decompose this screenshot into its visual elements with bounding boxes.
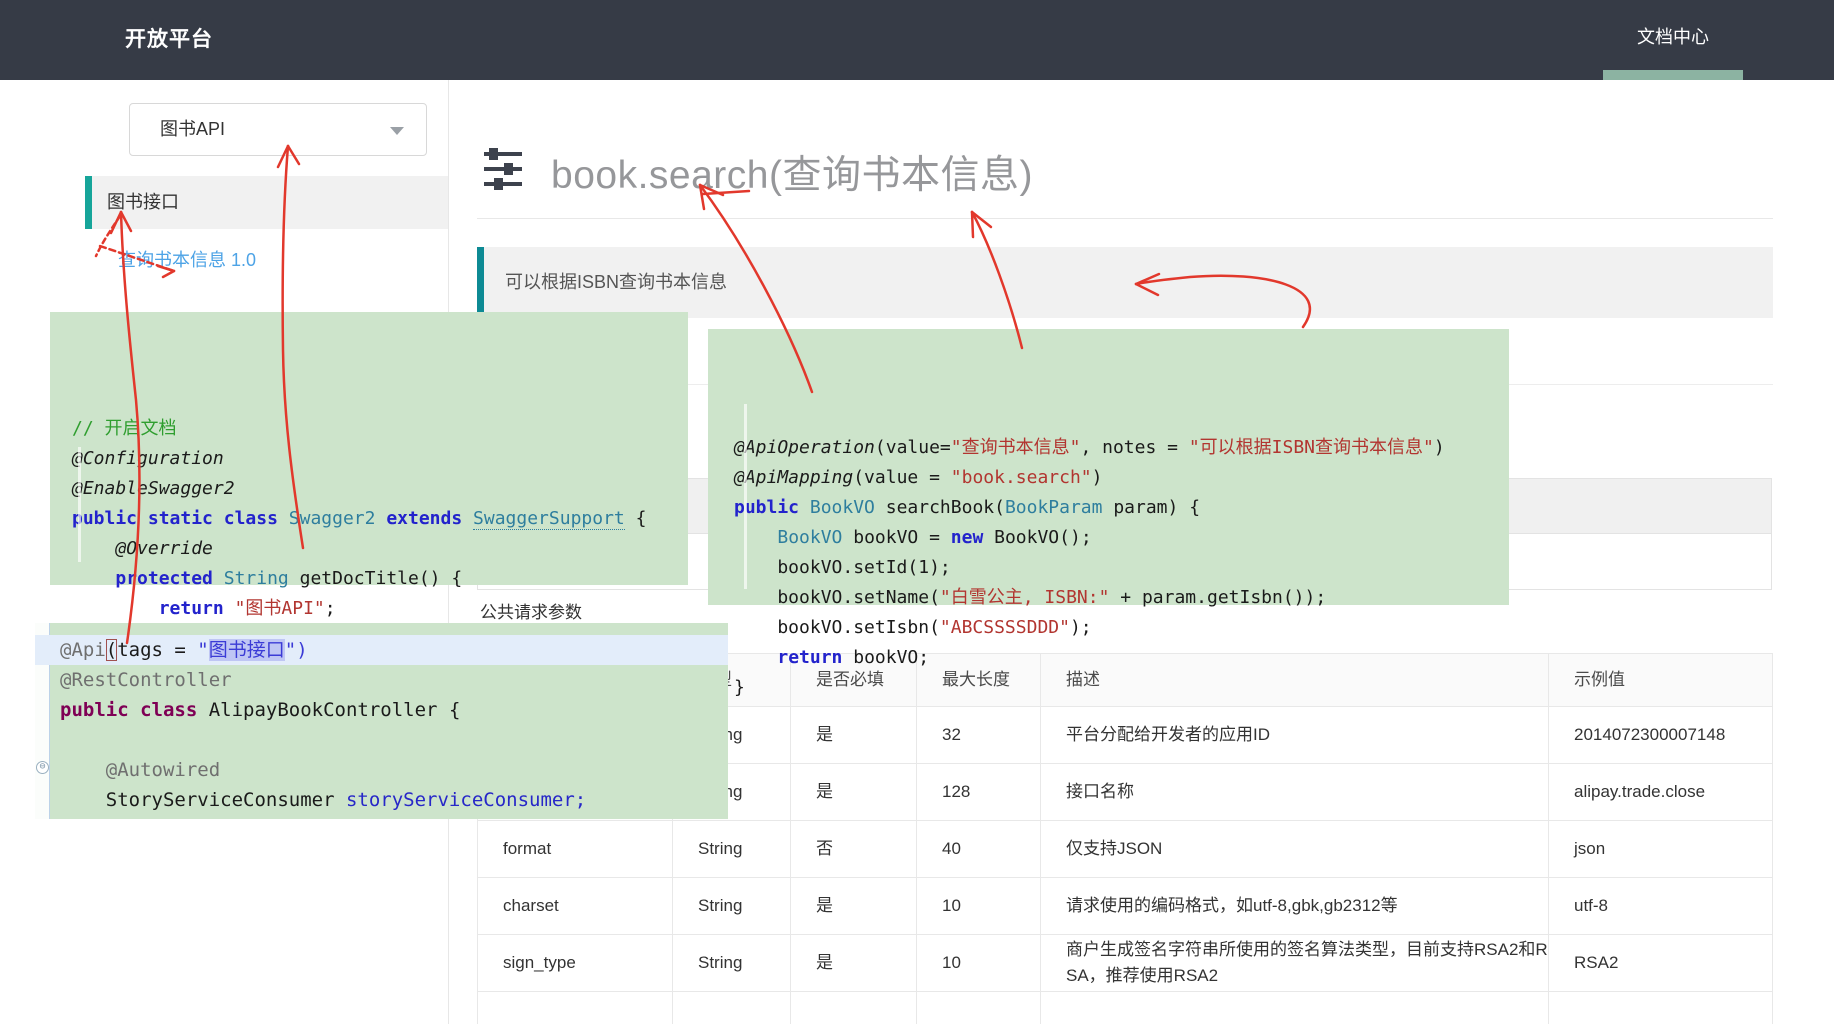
title-divider <box>477 218 1773 219</box>
code-line: @Autowired <box>60 755 728 785</box>
code-line <box>60 725 728 755</box>
table-row: charsetString是10请求使用的编码格式，如utf-8,gbk,gb2… <box>478 878 1773 935</box>
table-cell: String <box>673 878 791 935</box>
code-line: // 开启文档 <box>72 414 688 444</box>
table-cell <box>478 992 673 1024</box>
table-row <box>478 992 1773 1024</box>
table-cell <box>673 992 791 1024</box>
code-line: bookVO.setId(1); <box>734 553 1509 583</box>
banner-accent-bar <box>477 247 484 318</box>
code-line: @Configuration <box>72 444 688 474</box>
sidebar-item-label: 图书接口 <box>107 176 179 229</box>
code-line: @Api(tags = "图书接口") <box>35 635 728 665</box>
code-line: public BookVO searchBook(BookParam param… <box>734 493 1509 523</box>
table-header-cell: 示例值 <box>1549 654 1773 707</box>
table-cell: 仅支持JSON <box>1041 821 1549 878</box>
table-cell: 接口名称 <box>1041 764 1549 821</box>
code-fold-icon[interactable]: ⊖ <box>36 761 49 774</box>
table-cell: 是 <box>791 707 917 764</box>
table-cell: 平台分配给开发者的应用ID <box>1041 707 1549 764</box>
code-snippet-api-operation: @ApiOperation(value="查询书本信息", notes = "可… <box>708 329 1509 605</box>
table-cell: charset <box>478 878 673 935</box>
code-line: @Override <box>72 534 688 564</box>
table-cell: String <box>673 935 791 992</box>
page: 开放平台 文档中心 图书API 图书接口 查询书本信息 1.0 <box>0 0 1834 1024</box>
code-line: @EnableSwagger2 <box>72 474 688 504</box>
table-cell: 商户生成签名字符串所使用的签名算法类型，目前支持RSA2和RSA，推荐使用RSA… <box>1041 935 1549 992</box>
code-line: return bookVO; <box>734 643 1509 673</box>
code-line: @ApiOperation(value="查询书本信息", notes = "可… <box>734 433 1509 463</box>
table-cell: 10 <box>917 878 1041 935</box>
indent-guide <box>744 404 747 589</box>
code-line: public class AlipayBookController { <box>60 695 728 725</box>
brand-title: 开放平台 <box>125 0 213 80</box>
indent-guide <box>78 447 81 562</box>
code-snippet-controller: ⊖ @Api(tags = "图书接口")@RestControllerpubl… <box>35 623 728 819</box>
code-line: StoryServiceConsumer storyServiceConsume… <box>60 785 728 815</box>
code-line: protected String getDocTitle() { <box>72 564 688 594</box>
active-item-accent-bar <box>85 176 92 229</box>
code-line: public static class Swagger2 extends Swa… <box>72 504 688 534</box>
code-line: bookVO.setName("白雪公主, ISBN:" + param.get… <box>734 583 1509 613</box>
table-cell: format <box>478 821 673 878</box>
table-cell <box>1549 992 1773 1024</box>
api-description-banner: 可以根据ISBN查询书本信息 <box>477 247 1773 318</box>
code-line: bookVO.setIsbn("ABCSSSSDDD"); <box>734 613 1509 643</box>
table-cell <box>791 992 917 1024</box>
code-line: @RestController <box>60 665 728 695</box>
page-title: book.search(查询书本信息) <box>551 144 1033 200</box>
table-cell: 请求使用的编码格式，如utf-8,gbk,gb2312等 <box>1041 878 1549 935</box>
top-nav-bar: 开放平台 文档中心 <box>0 0 1834 80</box>
nav-item-doc-center[interactable]: 文档中心 <box>1603 0 1743 80</box>
table-cell: alipay.trade.close <box>1549 764 1773 821</box>
table-cell: 是 <box>791 878 917 935</box>
table-cell: json <box>1549 821 1773 878</box>
chevron-down-icon <box>390 127 404 135</box>
table-cell: 是 <box>791 764 917 821</box>
table-row: formatString否40仅支持JSONjson <box>478 821 1773 878</box>
table-cell: 40 <box>917 821 1041 878</box>
sidebar-link-version[interactable]: 查询书本信息 1.0 <box>118 246 256 272</box>
code-line: @ApiMapping(value = "book.search") <box>734 463 1509 493</box>
code-snippet-swagger-config: // 开启文档@Configuration@EnableSwagger2publ… <box>50 312 688 585</box>
sidebar-item-book-api-group[interactable]: 图书接口 <box>85 176 448 229</box>
table-cell: 128 <box>917 764 1041 821</box>
table-cell: 是 <box>791 935 917 992</box>
banner-text: 可以根据ISBN查询书本信息 <box>505 247 727 318</box>
table-cell <box>917 992 1041 1024</box>
table-cell: 32 <box>917 707 1041 764</box>
table-cell: sign_type <box>478 935 673 992</box>
table-cell: String <box>673 821 791 878</box>
code-line: return "图书API"; <box>72 594 688 624</box>
table-cell <box>1041 992 1549 1024</box>
sliders-icon <box>482 146 524 197</box>
api-select-dropdown[interactable]: 图书API <box>129 103 427 156</box>
api-select-value: 图书API <box>160 104 225 155</box>
nav-item-label: 文档中心 <box>1603 0 1743 74</box>
code-line: } <box>734 673 1509 703</box>
table-cell: RSA2 <box>1549 935 1773 992</box>
active-tab-indicator <box>1603 70 1743 80</box>
table-cell: 10 <box>917 935 1041 992</box>
table-row: sign_typeString是10商户生成签名字符串所使用的签名算法类型，目前… <box>478 935 1773 992</box>
table-cell: 否 <box>791 821 917 878</box>
table-cell: utf-8 <box>1549 878 1773 935</box>
table-cell: 2014072300007148 <box>1549 707 1773 764</box>
code-line: BookVO bookVO = new BookVO(); <box>734 523 1509 553</box>
